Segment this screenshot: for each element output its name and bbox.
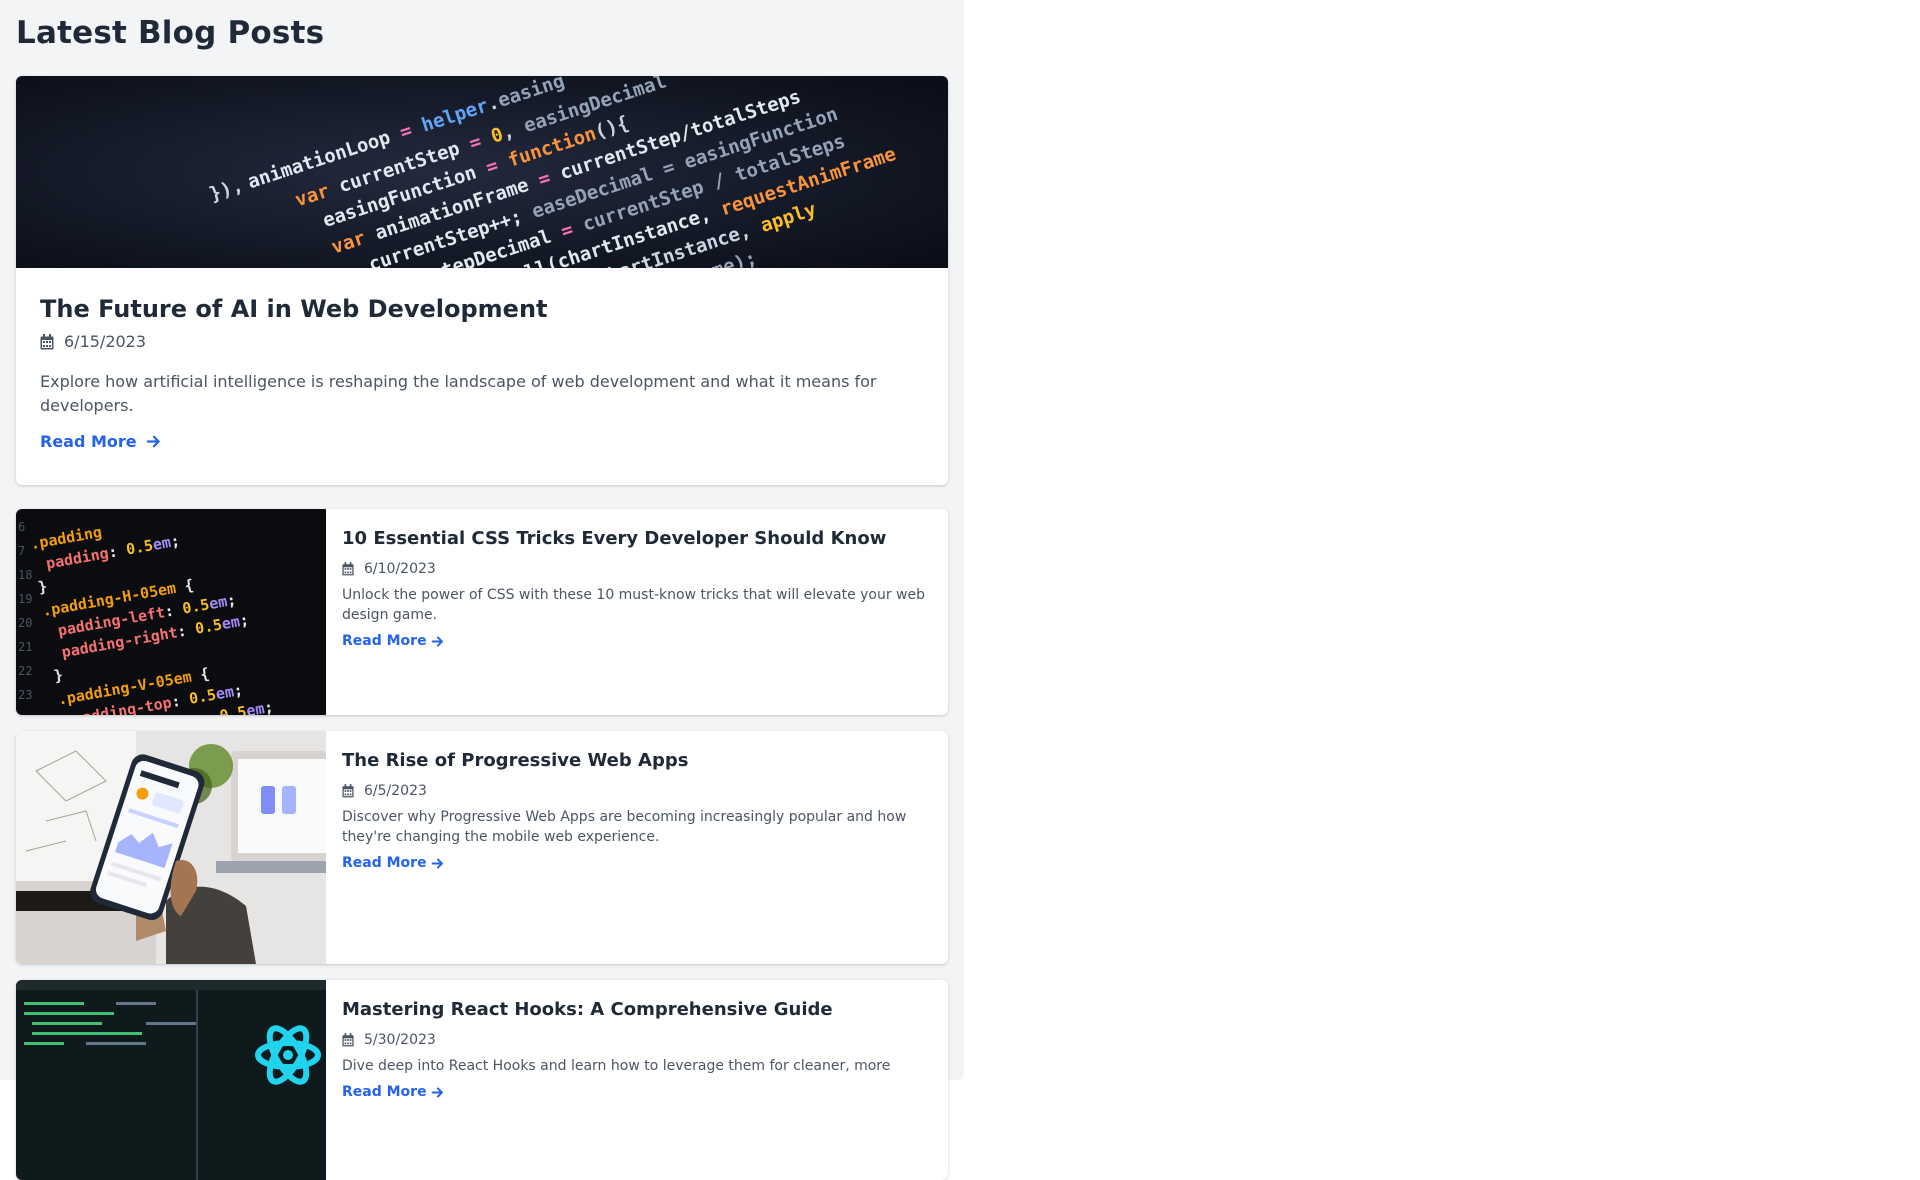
calendar-icon xyxy=(342,784,354,798)
post-title[interactable]: 10 Essential CSS Tricks Every Developer … xyxy=(342,527,932,551)
svg-text:6: 6 xyxy=(18,520,25,534)
post-title[interactable]: Mastering React Hooks: A Comprehensive G… xyxy=(342,998,932,1022)
arrow-right-icon xyxy=(431,1086,443,1098)
read-more-link[interactable]: Read More xyxy=(342,633,444,649)
post-date-row: 6/5/2023 xyxy=(342,783,932,799)
post-thumbnail[interactable] xyxy=(16,731,326,964)
post-date: 6/10/2023 xyxy=(364,561,436,577)
post-card: 6 7 18 19 20 21 22 23 .padding padding: 0.5em; … xyxy=(16,509,948,715)
page-title: Latest Blog Posts xyxy=(16,15,325,51)
post-excerpt: Explore how artificial intelligence is r… xyxy=(40,372,877,415)
svg-text:7: 7 xyxy=(18,544,25,558)
post-thumbnail[interactable]: 67181920212223 .padding padding: 0.5em; … xyxy=(16,509,326,715)
read-more-label: Read More xyxy=(342,855,427,871)
post-date-row: 5/30/2023 xyxy=(342,1032,932,1048)
post-card: Mastering React Hooks: A Comprehensive G… xyxy=(16,980,948,1180)
read-more-label: Read More xyxy=(40,432,137,451)
calendar-icon xyxy=(342,1033,354,1047)
post-thumbnail[interactable] xyxy=(16,980,326,1180)
svg-text:23: 23 xyxy=(18,688,32,702)
read-more-link[interactable]: Read More xyxy=(342,1084,444,1100)
calendar-icon xyxy=(40,333,54,349)
svg-text:18: 18 xyxy=(18,568,32,582)
post-card: The Rise of Progressive Web Apps 6/5/202… xyxy=(16,731,948,964)
post-date: 6/5/2023 xyxy=(364,783,427,799)
post-title[interactable]: The Rise of Progressive Web Apps xyxy=(342,749,932,773)
read-more-link[interactable]: Read More xyxy=(342,855,444,871)
read-more-label: Read More xyxy=(342,1084,427,1100)
calendar-icon xyxy=(342,562,354,576)
featured-post-image[interactable]: }),animationLoop = helper.easing var cur… xyxy=(16,76,948,268)
featured-post-card: }),animationLoop = helper.easing var cur… xyxy=(16,76,948,485)
arrow-right-icon xyxy=(431,635,443,647)
arrow-right-icon xyxy=(146,435,160,448)
svg-text:22: 22 xyxy=(18,664,32,678)
arrow-right-icon xyxy=(431,857,443,869)
featured-post-title[interactable]: The Future of AI in Web Development xyxy=(40,294,924,324)
svg-text:20: 20 xyxy=(18,616,32,630)
post-date-row: 6/10/2023 xyxy=(342,561,932,577)
post-date-row: 6/15/2023 xyxy=(40,332,924,351)
post-excerpt: Dive deep into React Hooks and learn how… xyxy=(342,1058,891,1074)
read-more-label: Read More xyxy=(342,633,427,649)
svg-text:21: 21 xyxy=(18,640,32,654)
blog-panel: Latest Blog Posts }),animationLoop = hel… xyxy=(0,0,964,1180)
svg-text:19: 19 xyxy=(18,592,32,606)
post-date: 6/15/2023 xyxy=(64,332,147,351)
post-date: 5/30/2023 xyxy=(364,1032,436,1048)
post-excerpt: Discover why Progressive Web Apps are be… xyxy=(342,809,907,845)
post-excerpt: Unlock the power of CSS with these 10 mu… xyxy=(342,587,926,623)
read-more-link[interactable]: Read More xyxy=(40,432,161,451)
